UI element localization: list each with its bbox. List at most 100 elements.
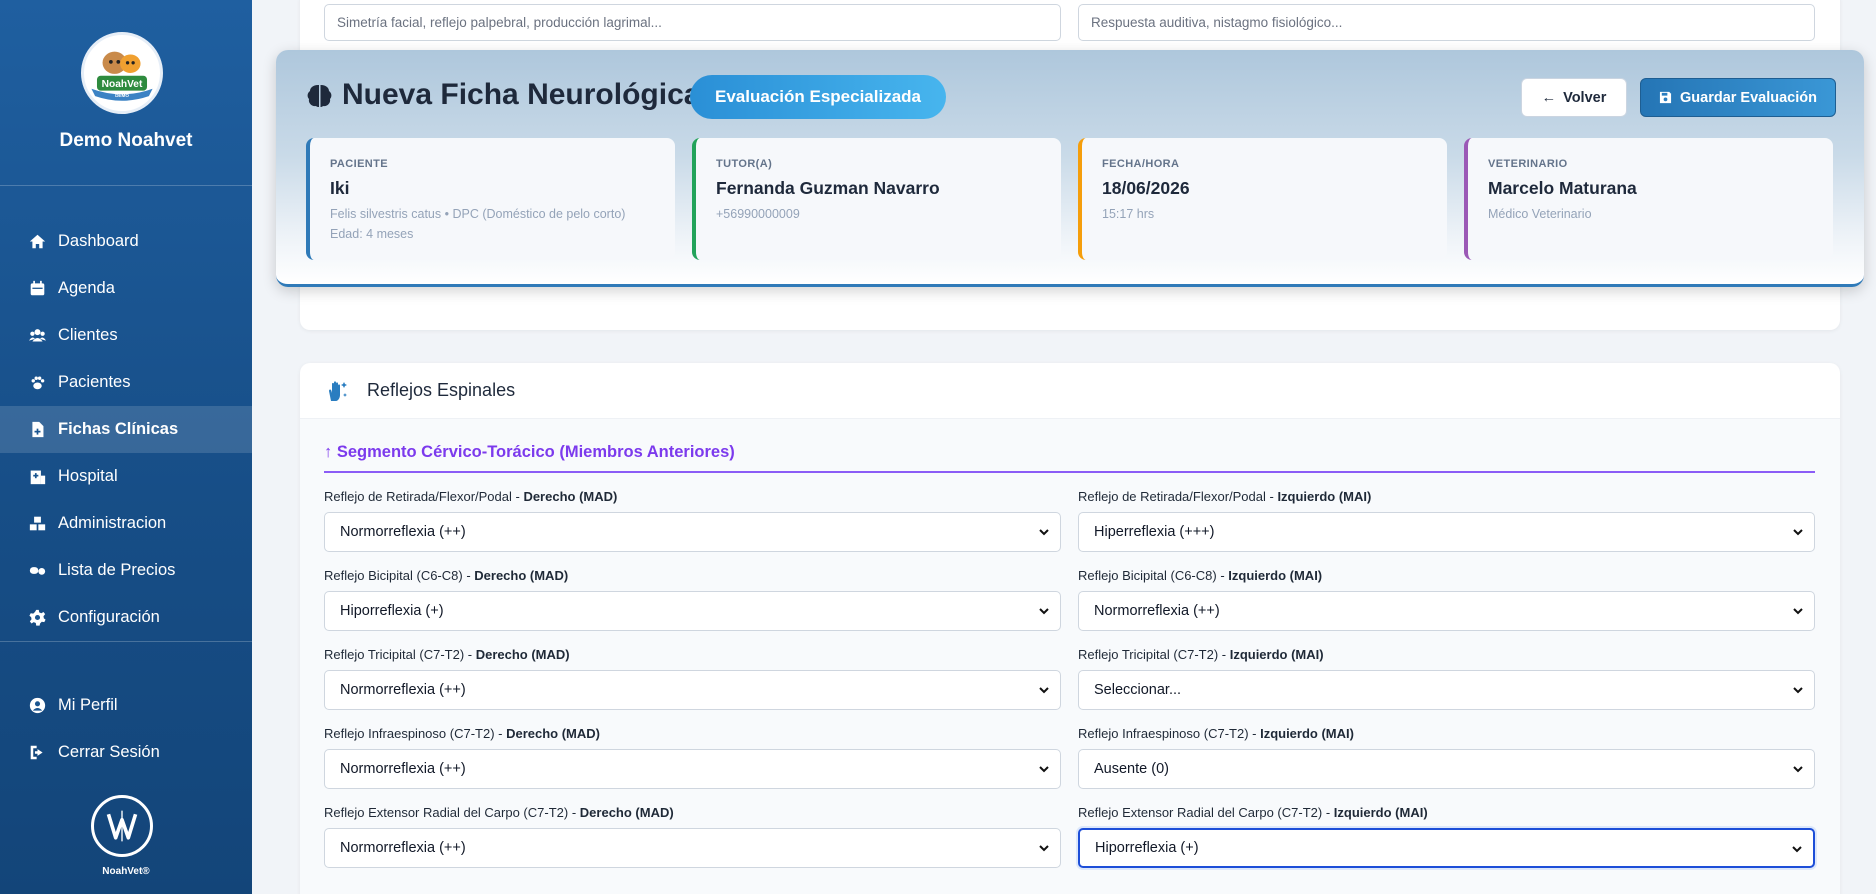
sidebar-item-label: Mi Perfil [58, 696, 118, 714]
file-medical-icon [28, 421, 46, 439]
specialty-badge: Evaluación Especializada [690, 75, 946, 119]
sidebar-item-administracion[interactable]: Administracion [0, 500, 252, 547]
sidebar-item-lista-de-precios[interactable]: Lista de Precios [0, 547, 252, 594]
chevron-down-icon [1792, 846, 1802, 853]
chevron-down-icon [1793, 608, 1803, 615]
field-label: Reflejo Extensor Radial del Carpo (C7-T2… [324, 805, 674, 820]
info-label: VETERINARIO [1488, 158, 1568, 170]
section-body: ↑ Segmento Cérvico-Torácico (Miembros An… [300, 419, 1840, 894]
retirada-left-select[interactable]: Hiperreflexia (+++) [1078, 512, 1815, 552]
chevron-down-icon [1039, 608, 1049, 615]
back-button[interactable]: ← Volver [1521, 78, 1627, 117]
sidebar-item-label: Administracion [58, 514, 167, 532]
pills-icon [28, 562, 46, 580]
field-label: Reflejo Extensor Radial del Carpo (C7-T2… [1078, 805, 1428, 820]
extensor-radial-left-select[interactable]: Hiporreflexia (+) [1078, 828, 1815, 868]
patient-name: Iki [330, 178, 350, 198]
home-icon [28, 233, 46, 251]
infraespinoso-right-select[interactable]: Normorreflexia (++) [324, 749, 1061, 789]
field-label: Reflejo Bicipital (C6-C8) - Izquierdo (M… [1078, 568, 1323, 583]
sidebar-item-label: Hospital [58, 467, 118, 485]
info-label: PACIENTE [330, 158, 389, 170]
info-label: TUTOR(A) [716, 158, 773, 170]
logout-icon [28, 744, 46, 762]
save-evaluation-button[interactable]: Guardar Evaluación [1640, 78, 1836, 117]
segment-divider [324, 471, 1815, 473]
brain-icon [307, 85, 332, 107]
save-icon [1659, 91, 1672, 104]
logo-sub-text: DEMO [115, 93, 129, 98]
chevron-down-icon [1039, 687, 1049, 694]
segment-title: ↑ Segmento Cérvico-Torácico (Miembros An… [324, 443, 735, 461]
chevron-down-icon [1039, 766, 1049, 773]
tutor-name: Fernanda Guzman Navarro [716, 178, 940, 198]
visit-time: 15:17 hrs [1102, 207, 1155, 221]
sidebar-item-agenda[interactable]: Agenda [0, 265, 252, 312]
boxes-icon [28, 515, 46, 533]
sidebar-item-mi-perfil[interactable]: Mi Perfil [0, 682, 252, 729]
field-label: Reflejo Infraespinoso (C7-T2) - Derecho … [324, 726, 600, 741]
cranial-nerves-facial-input[interactable]: Simetría facial, reflejo palpebral, prod… [324, 4, 1061, 41]
sidebar-item-fichas-clinicas[interactable]: Fichas Clínicas [0, 406, 252, 453]
sidebar-item-label: Cerrar Sesión [58, 743, 160, 761]
input-placeholder: Respuesta auditiva, nistagmo fisiológico… [1091, 15, 1343, 30]
hand-sparkles-icon [329, 380, 347, 401]
footer-brand: NoahVet® [102, 866, 150, 877]
section-title: Reflejos Espinales [367, 380, 516, 400]
tricipital-right-select[interactable]: Normorreflexia (++) [324, 670, 1061, 710]
patient-info-card: PACIENTE Iki Felis silvestris catus • DP… [306, 138, 675, 260]
chevron-down-icon [1793, 766, 1803, 773]
logo-text: NoahVet [102, 79, 143, 90]
bicipital-right-select[interactable]: Hiporreflexia (+) [324, 591, 1061, 631]
sidebar-item-label: Configuración [58, 608, 160, 626]
sidebar-item-cerrar-sesion[interactable]: Cerrar Sesión [0, 729, 252, 776]
arrow-left-icon: ← [1541, 89, 1557, 106]
chevron-down-icon [1793, 529, 1803, 536]
sidebar-item-label: Pacientes [58, 373, 131, 391]
vet-info-card: VETERINARIO Marcelo Maturana Médico Vete… [1464, 138, 1833, 260]
sidebar-divider [0, 641, 252, 642]
patient-header-card: Nueva Ficha Neurológica Evaluación Espec… [276, 50, 1864, 287]
sidebar-item-configuracion[interactable]: Configuración [0, 594, 252, 641]
users-icon [28, 327, 46, 345]
field-label: Reflejo de Retirada/Flexor/Podal - Derec… [324, 489, 618, 504]
sidebar-item-label: Lista de Precios [58, 561, 176, 579]
infraespinoso-left-select[interactable]: Ausente (0) [1078, 749, 1815, 789]
page-title: Nueva Ficha Neurológica [342, 78, 701, 111]
retirada-right-select[interactable]: Normorreflexia (++) [324, 512, 1061, 552]
date-info-card: FECHA/HORA 18/06/2026 15:17 hrs [1078, 138, 1447, 260]
tricipital-left-select[interactable]: Seleccionar... [1078, 670, 1815, 710]
field-label: Reflejo Bicipital (C6-C8) - Derecho (MAD… [324, 568, 569, 583]
clinic-name: Demo Noahvet [59, 130, 193, 151]
noahvet-logo [91, 795, 153, 857]
chevron-down-icon [1039, 529, 1049, 536]
field-label: Reflejo Infraespinoso (C7-T2) - Izquierd… [1078, 726, 1354, 741]
sidebar-item-label: Agenda [58, 279, 115, 297]
sidebar-item-label: Dashboard [58, 232, 139, 250]
extensor-radial-right-select[interactable]: Normorreflexia (++) [324, 828, 1061, 868]
spinal-reflexes-section: Reflejos Espinales ↑ Segmento Cérvico-To… [300, 363, 1840, 894]
gear-icon [28, 609, 46, 627]
chevron-down-icon [1039, 845, 1049, 852]
sidebar-item-pacientes[interactable]: Pacientes [0, 359, 252, 406]
input-placeholder: Simetría facial, reflejo palpebral, prod… [337, 15, 662, 30]
clinic-logo: NoahVet DEMO [81, 32, 163, 114]
vet-name: Marcelo Maturana [1488, 178, 1637, 198]
info-label: FECHA/HORA [1102, 158, 1180, 170]
chevron-down-icon [1793, 687, 1803, 694]
sidebar-divider [0, 185, 252, 186]
main-content: Simetría facial, reflejo palpebral, prod… [252, 0, 1876, 894]
sidebar-item-dashboard[interactable]: Dashboard [0, 218, 252, 265]
save-button-label: Guardar Evaluación [1680, 89, 1817, 106]
bicipital-left-select[interactable]: Normorreflexia (++) [1078, 591, 1815, 631]
visit-date: 18/06/2026 [1102, 178, 1190, 198]
sidebar: NoahVet DEMO Demo Noahvet Dashboard Agen… [0, 0, 252, 894]
cranial-nerves-auditory-input[interactable]: Respuesta auditiva, nistagmo fisiológico… [1078, 4, 1815, 41]
sidebar-item-hospital[interactable]: Hospital [0, 453, 252, 500]
user-circle-icon [28, 697, 46, 715]
tutor-phone: +56990000009 [716, 207, 800, 221]
tutor-info-card: TUTOR(A) Fernanda Guzman Navarro +569900… [692, 138, 1061, 260]
sidebar-item-clientes[interactable]: Clientes [0, 312, 252, 359]
sidebar-item-label: Fichas Clínicas [58, 420, 179, 438]
section-header: Reflejos Espinales [300, 363, 1840, 419]
